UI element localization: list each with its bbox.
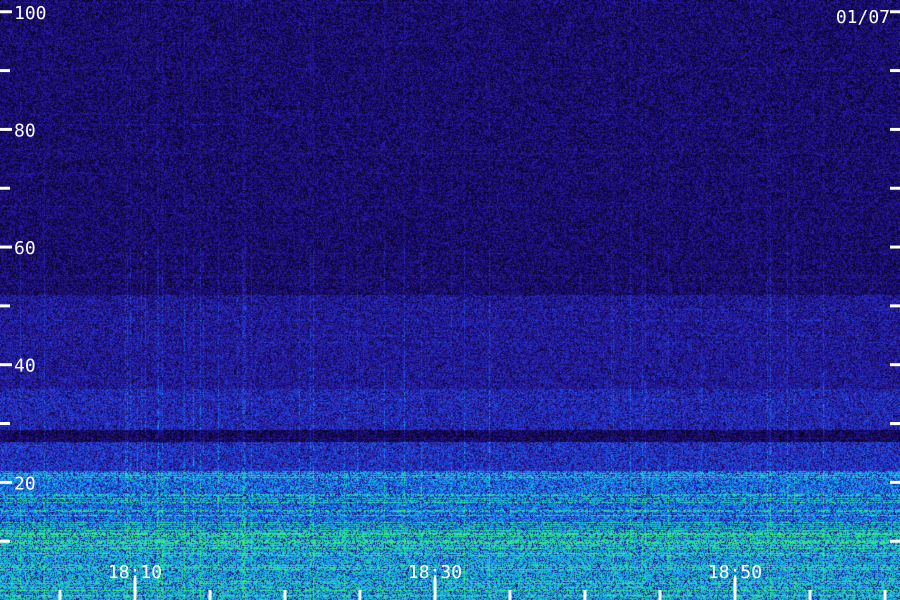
y-tick-label: 20 <box>14 473 36 494</box>
y-tick-label: 100 <box>14 3 47 24</box>
date-label: 01/07 <box>836 7 890 28</box>
x-tick-label: 18:30 <box>408 562 462 583</box>
y-tick-label: 40 <box>14 356 36 377</box>
spectrogram-plot: 20 40 60 80 100 18:10 18:30 18:50 01/07 <box>0 0 900 600</box>
spectrogram-heatmap <box>0 0 900 600</box>
x-tick-label: 18:50 <box>708 562 762 583</box>
x-tick-label: 18:10 <box>108 562 162 583</box>
y-tick-label: 60 <box>14 238 36 259</box>
y-tick-label: 80 <box>14 120 36 141</box>
